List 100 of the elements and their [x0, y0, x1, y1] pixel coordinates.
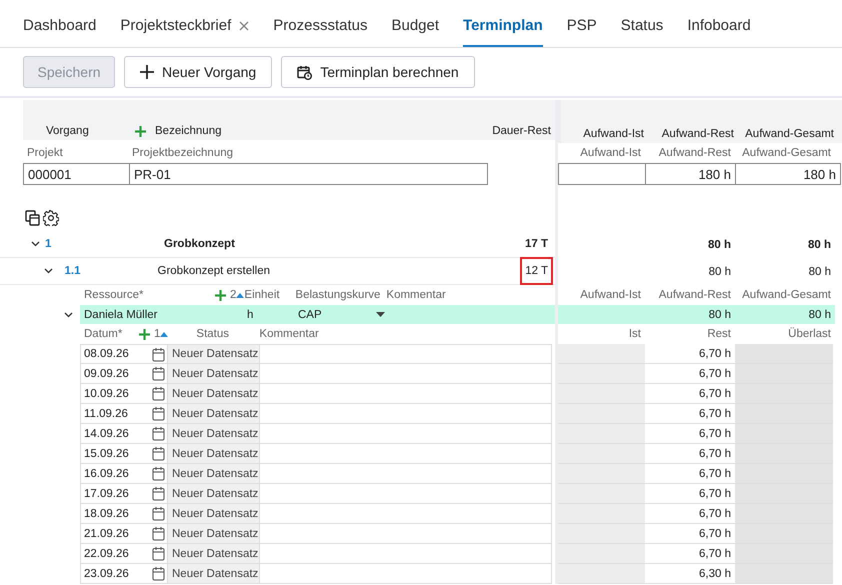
- task-name: Grobkonzept erstellen: [158, 265, 270, 277]
- copy-icon[interactable]: [25, 210, 40, 226]
- status-cell: Neuer Datensatz: [168, 384, 259, 404]
- tab[interactable]: Projektsteckbrief: [120, 0, 250, 47]
- plus-icon[interactable]: [135, 126, 146, 137]
- date-field[interactable]: 08.09.26: [80, 344, 168, 364]
- comment-field[interactable]: [259, 404, 552, 424]
- tab[interactable]: Prozessstatus: [273, 0, 368, 47]
- task-number[interactable]: 1: [45, 238, 145, 250]
- caret-icon[interactable]: [376, 312, 385, 317]
- calendar-icon[interactable]: [152, 486, 165, 501]
- chevron-icon[interactable]: [64, 312, 73, 318]
- date-text: 14.09.26: [84, 428, 129, 440]
- table-cell-text: Aufwand-Rest: [658, 147, 732, 159]
- date-field[interactable]: 23.09.26: [80, 564, 168, 584]
- sort-icon[interactable]: [160, 332, 168, 336]
- date-text: 11.09.26: [84, 408, 128, 420]
- status-cell: Neuer Datensatz: [168, 344, 259, 364]
- status-cell: Neuer Datensatz: [168, 504, 259, 524]
- calendar-icon[interactable]: [152, 426, 165, 441]
- date-field[interactable]: 10.09.26: [80, 384, 168, 404]
- comment-field[interactable]: [259, 444, 552, 464]
- table-cell-text: Aufwand-Rest: [660, 128, 735, 140]
- date-text: 09.09.26: [84, 368, 129, 380]
- calendar-icon[interactable]: [152, 566, 165, 581]
- settings-icon[interactable]: [43, 210, 59, 226]
- status-cell: Neuer Datensatz: [168, 524, 259, 544]
- close-icon[interactable]: [239, 20, 250, 30]
- tab[interactable]: Status: [620, 0, 664, 47]
- date-field[interactable]: 11.09.26: [80, 404, 168, 424]
- calendar-icon[interactable]: [152, 466, 165, 481]
- sort-count: 1: [154, 328, 160, 340]
- column-header: Ressource*: [84, 289, 144, 301]
- date-field[interactable]: 17.09.26: [80, 484, 168, 504]
- date-field[interactable]: 16.09.26: [80, 464, 168, 484]
- toolbar-button[interactable]: Neuer Vorgang: [124, 56, 272, 88]
- calendar-clock-icon: [297, 64, 312, 80]
- column-header: Datum*: [84, 328, 124, 340]
- table-cell-text: Aufwand-Gesamt: [741, 147, 832, 159]
- table-cell-text: Ist: [628, 328, 642, 340]
- column-header: Belastungskurve: [295, 289, 382, 301]
- calendar-icon[interactable]: [152, 406, 165, 421]
- table-cell-text: 80 h: [708, 266, 732, 278]
- date-field[interactable]: 22.09.26: [80, 544, 168, 564]
- comment-field[interactable]: [259, 564, 552, 584]
- date-field[interactable]: 14.09.26: [80, 424, 168, 444]
- date-text: 17.09.26: [84, 488, 129, 500]
- column-header: Kommentar: [386, 289, 446, 301]
- date-text: 15.09.26: [84, 448, 129, 460]
- toolbar-button[interactable]: Terminplan berechnen: [281, 56, 475, 88]
- calendar-icon[interactable]: [152, 346, 165, 362]
- comment-field[interactable]: [259, 384, 552, 404]
- table-cell-text: Aufwand-Ist: [579, 147, 642, 159]
- tab[interactable]: Budget: [391, 0, 440, 47]
- table-cell-text: Rest: [706, 328, 732, 340]
- date-text: 23.09.26: [84, 568, 129, 580]
- calendar-icon[interactable]: [152, 446, 165, 461]
- date-field[interactable]: 09.09.26: [80, 364, 168, 384]
- column-header: Kommentar: [259, 328, 319, 340]
- table-cell-text: 80 h: [808, 266, 832, 278]
- date-field[interactable]: 15.09.26: [80, 444, 168, 464]
- status-cell: Neuer Datensatz: [168, 444, 259, 464]
- chevron-icon[interactable]: [31, 241, 40, 247]
- comment-field[interactable]: [259, 424, 552, 444]
- sort-count: 2: [230, 289, 236, 301]
- status-cell: Neuer Datensatz: [168, 544, 259, 564]
- resource-row[interactable]: Daniela Müller h CAP: [80, 305, 555, 324]
- calendar-icon[interactable]: [152, 526, 165, 541]
- comment-field[interactable]: [259, 464, 552, 484]
- tab[interactable]: Dashboard: [23, 0, 96, 47]
- calendar-icon[interactable]: [152, 386, 165, 401]
- table-cell-text: Aufwand-Ist: [579, 289, 642, 301]
- plus-icon[interactable]: [215, 290, 226, 300]
- resource-name: Daniela Müller: [83, 308, 159, 320]
- curve-dropdown[interactable]: CAP: [298, 308, 376, 320]
- table-cell-text: Aufwand-Ist: [582, 128, 645, 140]
- task-number[interactable]: 1.1: [64, 265, 145, 277]
- comment-field[interactable]: [259, 364, 552, 384]
- tab[interactable]: Infoboard: [687, 0, 751, 47]
- comment-field[interactable]: [259, 484, 552, 504]
- unit-cell-text: h: [247, 308, 254, 320]
- status-cell: Neuer Datensatz: [168, 464, 259, 484]
- calendar-icon[interactable]: [152, 366, 165, 381]
- column-header: Dauer-Rest: [492, 125, 551, 137]
- comment-field[interactable]: [259, 344, 552, 364]
- comment-field[interactable]: [259, 504, 552, 524]
- comment-field[interactable]: [259, 524, 552, 544]
- sort-icon[interactable]: [236, 292, 244, 298]
- tab[interactable]: PSP: [566, 0, 597, 47]
- comment-field[interactable]: [259, 544, 552, 564]
- date-field[interactable]: 18.09.26: [80, 504, 168, 524]
- table-cell-text: 80 h: [708, 308, 732, 320]
- field-label: Projekt: [27, 147, 64, 159]
- status-cell: Neuer Datensatz: [168, 484, 259, 504]
- tab[interactable]: Terminplan: [463, 0, 543, 47]
- date-field[interactable]: 21.09.26: [80, 524, 168, 544]
- chevron-icon[interactable]: [44, 268, 53, 274]
- plus-icon[interactable]: [139, 328, 150, 340]
- calendar-icon[interactable]: [152, 546, 165, 561]
- calendar-icon[interactable]: [152, 506, 165, 521]
